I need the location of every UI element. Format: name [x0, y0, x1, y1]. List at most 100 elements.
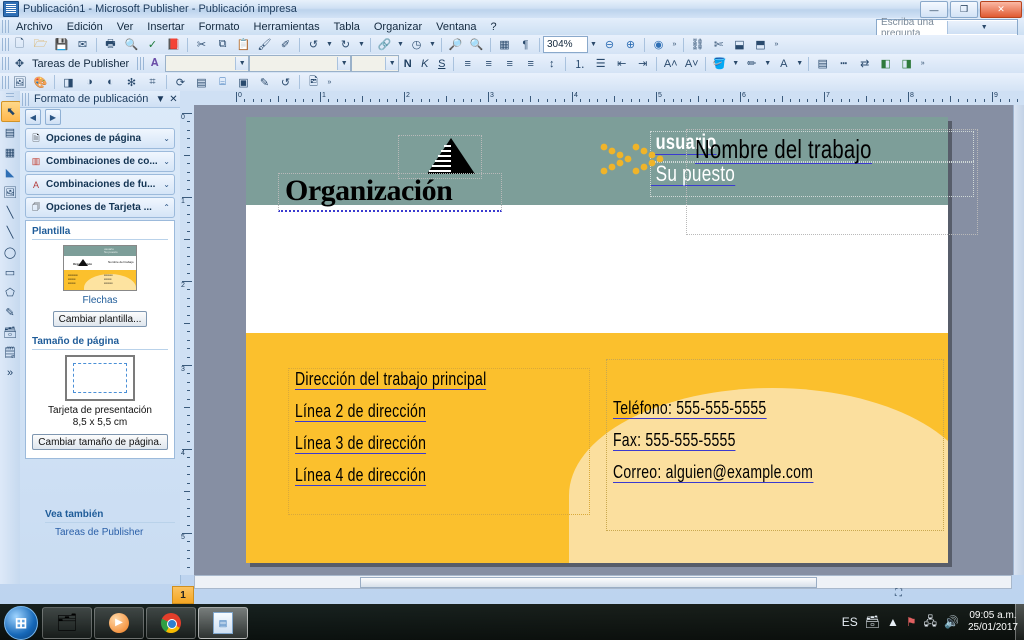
oval-icon[interactable]: ◯	[1, 243, 19, 262]
design-gallery-object-icon[interactable]: ✎	[1, 303, 19, 322]
accordion-opciones-de-pagina[interactable]: 🗎 Opciones de página ⌄	[25, 128, 175, 149]
forward-icon[interactable]: ▶	[45, 109, 61, 125]
font-color-dropdown-icon[interactable]: ▼	[794, 56, 805, 71]
underline-button[interactable]: S	[434, 56, 449, 71]
tasks-toolbar-handle[interactable]	[2, 57, 9, 70]
zoom-in-icon[interactable]: ⊕	[621, 36, 640, 53]
chevron-down-icon[interactable]: ▼	[385, 57, 399, 70]
hyperlink-dropdown-icon[interactable]: ▼	[395, 37, 406, 52]
connect-toolbar-overflow-icon[interactable]: »	[771, 37, 782, 52]
accordion-combinaciones-de-colores[interactable]: ▥ Combinaciones de co... ⌄	[25, 151, 175, 172]
copy-icon[interactable]: ⧉	[213, 36, 232, 53]
less-contrast-icon[interactable]: ◑	[80, 74, 99, 91]
volume-icon[interactable]: 🔊	[944, 615, 959, 629]
line-color-dropdown-icon[interactable]: ▼	[762, 56, 773, 71]
text-wrap-icon[interactable]: ⌸	[213, 74, 232, 91]
line-icon[interactable]: ╲	[1, 203, 19, 222]
chevron-down-icon[interactable]: ▼	[235, 57, 249, 70]
publisher-tasks-icon[interactable]: ✥	[10, 55, 29, 72]
paste-icon[interactable]: 📋	[234, 36, 253, 53]
grow-font-icon[interactable]: A˄	[661, 55, 680, 72]
italic-button[interactable]: K	[417, 56, 432, 71]
find-icon[interactable]: 🔍	[467, 36, 486, 53]
see-also-link-publisher-tasks[interactable]: Tareas de Publisher	[45, 523, 175, 538]
menu-ventana[interactable]: Ventana	[429, 20, 483, 34]
menu-tabla[interactable]: Tabla	[327, 20, 367, 34]
font-size-combo[interactable]: ▼	[249, 55, 352, 72]
research-icon[interactable]: 📕	[164, 36, 183, 53]
menu-edicion[interactable]: Edición	[60, 20, 110, 34]
reset-picture-icon[interactable]: ↺	[276, 74, 295, 91]
more-contrast-icon[interactable]: ◨	[59, 74, 78, 91]
clock[interactable]: 09:05 a.m. 25/01/2017	[966, 610, 1018, 634]
change-page-size-button[interactable]: Cambiar tamaño de página.	[32, 434, 168, 450]
spelling-icon[interactable]: ✓	[143, 36, 162, 53]
increase-indent-icon[interactable]: ⇥	[633, 55, 652, 72]
close-icon[interactable]: ✕	[167, 94, 180, 105]
change-template-button[interactable]: Cambiar plantilla...	[52, 311, 148, 327]
redo-icon[interactable]: ↻	[336, 36, 355, 53]
rectangle-icon[interactable]: ▭	[1, 263, 19, 282]
chevron-down-icon[interactable]: ⌄	[163, 157, 170, 166]
wordart-icon[interactable]: ◣	[1, 163, 19, 182]
language-indicator[interactable]: ES	[842, 615, 858, 629]
bold-button[interactable]: N	[400, 56, 415, 71]
crop-icon[interactable]: ⌗	[143, 74, 162, 91]
insert-table-icon[interactable]: ▦	[1, 143, 19, 162]
back-icon[interactable]: ◀	[25, 109, 41, 125]
menu-formato[interactable]: Formato	[192, 20, 247, 34]
next-textbox-icon[interactable]: ⬒	[751, 36, 770, 53]
minimize-button[interactable]: —	[920, 1, 948, 18]
arrow-icon[interactable]: ╲	[1, 223, 19, 242]
zoom-out-icon[interactable]: ⊖	[600, 36, 619, 53]
format-painter-icon[interactable]: 🖌	[255, 36, 274, 53]
autoshapes-icon[interactable]: ⬠	[1, 283, 19, 302]
clear-formatting-icon[interactable]: ✐	[276, 36, 295, 53]
font-schemes-icon[interactable]: 𝐀	[145, 55, 164, 72]
network-icon[interactable]: 🖧	[924, 612, 937, 633]
chain-link-icon[interactable]: ⛓	[688, 36, 707, 53]
page-tab-1[interactable]: 1	[172, 586, 194, 604]
fill-color-icon[interactable]: 🪣	[710, 55, 729, 72]
numbered-list-icon[interactable]: ⒈	[570, 55, 589, 72]
task-pane-handle[interactable]	[22, 92, 29, 106]
arrow-style-icon[interactable]: ⇄	[855, 55, 874, 72]
open-icon[interactable]: 🗁	[31, 36, 50, 53]
font-name-combo[interactable]: ▼	[165, 55, 250, 72]
objects-toolbar-handle[interactable]	[6, 93, 14, 99]
chevron-down-icon[interactable]: ▼	[337, 57, 351, 70]
picture-toolbar-overflow-icon[interactable]: »	[324, 75, 335, 90]
decrease-indent-icon[interactable]: ⇤	[612, 55, 631, 72]
accordion-opciones-de-tarjeta[interactable]: 🗇 Opciones de Tarjeta ... ⌃	[25, 197, 175, 218]
google-chrome-icon[interactable]	[146, 607, 196, 639]
item-from-content-library-icon[interactable]: 🗃	[1, 323, 19, 342]
style-combo[interactable]: ▼	[351, 55, 400, 72]
standard-toolbar-overflow-icon[interactable]: »	[669, 37, 680, 52]
objects-toolbar-overflow-icon[interactable]: »	[1, 363, 19, 382]
more-brightness-icon[interactable]: ◐	[101, 74, 120, 91]
format-picture-icon[interactable]: ▣	[234, 74, 253, 91]
hidden-icons-icon[interactable]: 🗃	[865, 615, 880, 629]
maximize-button[interactable]: ❐	[950, 1, 978, 18]
publisher-tasks-label[interactable]: Tareas de Publisher	[30, 58, 135, 70]
menu-help[interactable]: ?	[484, 20, 504, 34]
shrink-font-icon[interactable]: A˅	[682, 55, 701, 72]
business-form-icon[interactable]: 🗒	[1, 343, 19, 362]
vertical-ruler[interactable]: 0 1 2 3 4 5	[180, 105, 195, 575]
line-color-icon[interactable]: ✏	[742, 55, 761, 72]
break-link-icon[interactable]: ✄	[709, 36, 728, 53]
insert-picture-icon[interactable]: 🖼	[10, 74, 29, 91]
print-icon[interactable]: 🖶	[101, 36, 120, 53]
set-transparent-color-icon[interactable]: ✎	[255, 74, 274, 91]
menu-archivo[interactable]: Archivo	[9, 20, 60, 34]
start-orb-icon[interactable]: ⊞	[4, 606, 38, 640]
zoom-dropdown-icon[interactable]: ▼	[588, 37, 599, 52]
windows-media-player-icon[interactable]: ▶	[94, 607, 144, 639]
vertical-scrollbar[interactable]	[1013, 105, 1024, 575]
horizontal-ruler[interactable]: 0 1 2 3 4 5 6 7 8 9	[180, 91, 1024, 106]
cut-icon[interactable]: ✂	[192, 36, 211, 53]
new-icon[interactable]: 🗋	[10, 36, 29, 53]
close-button[interactable]: ✕	[980, 1, 1022, 18]
chevron-up-icon[interactable]: ⌃	[163, 203, 170, 212]
chevron-down-icon[interactable]: ⌄	[163, 180, 170, 189]
